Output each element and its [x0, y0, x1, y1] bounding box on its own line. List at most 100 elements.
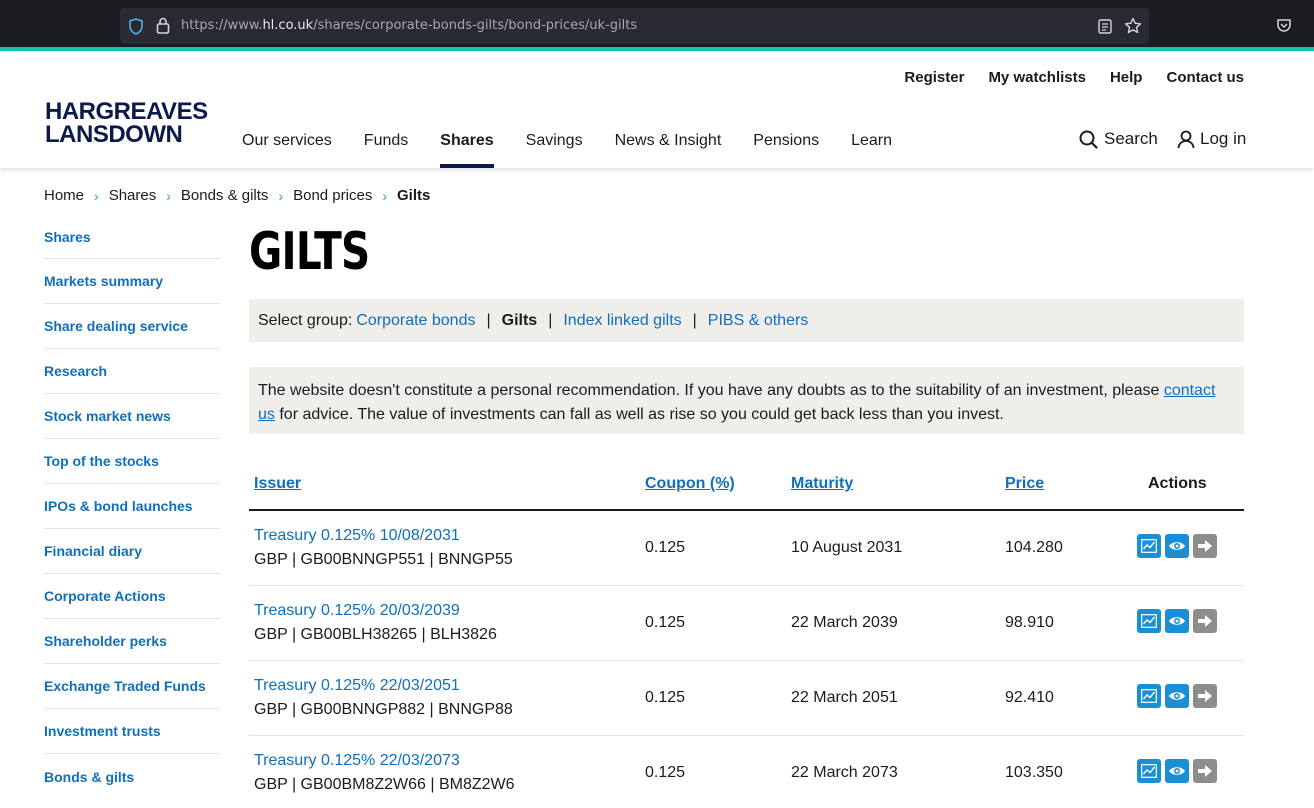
reader-view-icon[interactable] — [1098, 19, 1112, 34]
login-label: Log in — [1200, 129, 1247, 148]
breadcrumb-home[interactable]: Home — [44, 187, 84, 204]
group-divider: | — [692, 311, 697, 329]
coupon-value: 0.125 — [645, 614, 686, 631]
bookmark-star-icon[interactable] — [1124, 17, 1142, 35]
sidebar-item-bonds-gilts[interactable]: Bonds & gilts — [44, 754, 220, 799]
logo-line-2: LANSDOWN — [45, 121, 183, 148]
issuer-link[interactable]: Treasury 0.125% 22/03/2073 — [254, 752, 460, 770]
shield-icon[interactable] — [128, 18, 144, 35]
sidebar-item-share-dealing[interactable]: Share dealing service — [44, 304, 220, 349]
search-label: Search — [1104, 129, 1158, 148]
sidebar-item-financial-diary[interactable]: Financial diary — [44, 529, 220, 574]
nav-learn[interactable]: Learn — [851, 132, 892, 168]
utility-nav: Register My watchlists Help Contact us — [904, 69, 1244, 86]
row-actions — [1137, 759, 1217, 783]
sidebar-item-markets-summary[interactable]: Markets summary — [44, 259, 220, 304]
table-header: Issuer Coupon (%) Maturity Price Actions — [249, 463, 1244, 511]
price-value: 92.410 — [1005, 689, 1054, 706]
sort-maturity[interactable]: Maturity — [791, 475, 853, 493]
coupon-value: 0.125 — [645, 764, 686, 781]
gilts-table: Issuer Coupon (%) Maturity Price Actions… — [249, 463, 1244, 808]
issuer-link[interactable]: Treasury 0.125% 20/03/2039 — [254, 602, 460, 620]
eye-icon — [1169, 767, 1185, 775]
nav-our-services[interactable]: Our services — [242, 132, 332, 168]
deal-button[interactable] — [1193, 534, 1217, 558]
group-divider: | — [548, 311, 553, 329]
nav-savings[interactable]: Savings — [526, 132, 583, 168]
group-gilts: Gilts — [501, 311, 538, 329]
chevron-right-icon: › — [278, 187, 284, 204]
chevron-right-icon: › — [382, 187, 387, 204]
issuer-codes: GBP | GB00BNNGP882 | BNNGP88 — [254, 701, 513, 718]
sidebar: Shares Markets summary Share dealing ser… — [44, 215, 220, 799]
chart-button[interactable] — [1137, 609, 1161, 633]
help-link[interactable]: Help — [1110, 69, 1143, 86]
issuer-codes: GBP | GB00BNNGP551 | BNNGP55 — [254, 551, 513, 568]
user-icon — [1177, 130, 1195, 148]
group-index-linked-gilts[interactable]: Index linked gilts — [563, 312, 681, 330]
deal-button[interactable] — [1193, 684, 1217, 708]
search-icon — [1079, 130, 1098, 149]
maturity-value: 10 August 2031 — [791, 539, 903, 556]
sidebar-item-research[interactable]: Research — [44, 349, 220, 394]
sort-issuer[interactable]: Issuer — [254, 475, 301, 493]
lock-icon[interactable] — [156, 17, 170, 34]
sidebar-item-etfs[interactable]: Exchange Traded Funds — [44, 664, 220, 709]
browser-toolbar: https://www.hl.co.uk/shares/corporate-bo… — [0, 0, 1314, 47]
watchlist-button[interactable] — [1165, 609, 1189, 633]
chart-icon — [1141, 764, 1157, 778]
chart-icon — [1141, 539, 1157, 553]
watchlist-button[interactable] — [1165, 684, 1189, 708]
breadcrumb-shares[interactable]: Shares — [109, 187, 157, 204]
watchlist-button[interactable] — [1165, 534, 1189, 558]
deal-button[interactable] — [1193, 609, 1217, 633]
chart-button[interactable] — [1137, 759, 1161, 783]
table-row: Treasury 0.125% 20/03/2039 GBP | GB00BLH… — [249, 586, 1244, 661]
page-title: GILTS — [249, 222, 370, 282]
row-actions — [1137, 534, 1217, 558]
pocket-icon[interactable] — [1276, 18, 1292, 33]
register-link[interactable]: Register — [904, 69, 964, 86]
maturity-value: 22 March 2039 — [791, 614, 898, 631]
sidebar-item-shareholder-perks[interactable]: Shareholder perks — [44, 619, 220, 664]
address-bar[interactable]: https://www.hl.co.uk/shares/corporate-bo… — [120, 8, 1149, 44]
price-value: 104.280 — [1005, 539, 1063, 556]
issuer-link[interactable]: Treasury 0.125% 22/03/2051 — [254, 677, 460, 695]
deal-button[interactable] — [1193, 759, 1217, 783]
watchlist-button[interactable] — [1165, 759, 1189, 783]
hl-logo[interactable]: HARGREAVES LANSDOWN — [45, 100, 208, 148]
breadcrumb-gilts: Gilts — [397, 187, 431, 204]
table-row: Treasury 0.125% 22/03/2051 GBP | GB00BNN… — [249, 661, 1244, 736]
chart-button[interactable] — [1137, 684, 1161, 708]
eye-icon — [1169, 617, 1185, 625]
group-selector: Select group: Corporate bonds | Gilts | … — [249, 299, 1244, 342]
breadcrumb: Home › Shares › Bonds & gilts › Bond pri… — [44, 187, 430, 204]
login-button[interactable]: Log in — [1177, 129, 1246, 149]
nav-shares[interactable]: Shares — [440, 132, 495, 168]
nav-funds[interactable]: Funds — [364, 132, 408, 168]
sort-coupon[interactable]: Coupon (%) — [645, 475, 735, 493]
maturity-value: 22 March 2073 — [791, 764, 898, 781]
coupon-value: 0.125 — [645, 689, 686, 706]
search-button[interactable]: Search — [1079, 129, 1158, 149]
breadcrumb-bonds-gilts[interactable]: Bonds & gilts — [181, 187, 269, 204]
chart-button[interactable] — [1137, 534, 1161, 558]
sidebar-item-corporate-actions[interactable]: Corporate Actions — [44, 574, 220, 619]
nav-news-insight[interactable]: News & Insight — [615, 132, 722, 168]
table-row: Treasury 0.125% 22/03/2073 GBP | GB00BM8… — [249, 736, 1244, 808]
group-pibs-others[interactable]: PIBS & others — [708, 312, 809, 330]
sidebar-item-investment-trusts[interactable]: Investment trusts — [44, 709, 220, 754]
sidebar-item-stock-market-news[interactable]: Stock market news — [44, 394, 220, 439]
sidebar-item-ipos[interactable]: IPOs & bond launches — [44, 484, 220, 529]
main-nav: Our services Funds Shares Savings News &… — [242, 132, 924, 168]
group-corporate-bonds[interactable]: Corporate bonds — [356, 312, 475, 330]
issuer-link[interactable]: Treasury 0.125% 10/08/2031 — [254, 527, 460, 545]
sidebar-item-top-of-the-stocks[interactable]: Top of the stocks — [44, 439, 220, 484]
price-value: 103.350 — [1005, 764, 1063, 781]
my-watchlists-link[interactable]: My watchlists — [988, 69, 1086, 86]
breadcrumb-bond-prices[interactable]: Bond prices — [293, 187, 372, 204]
contact-us-link[interactable]: Contact us — [1166, 69, 1244, 86]
sidebar-item-shares[interactable]: Shares — [44, 215, 220, 259]
nav-pensions[interactable]: Pensions — [753, 132, 819, 168]
sort-price[interactable]: Price — [1005, 475, 1044, 493]
